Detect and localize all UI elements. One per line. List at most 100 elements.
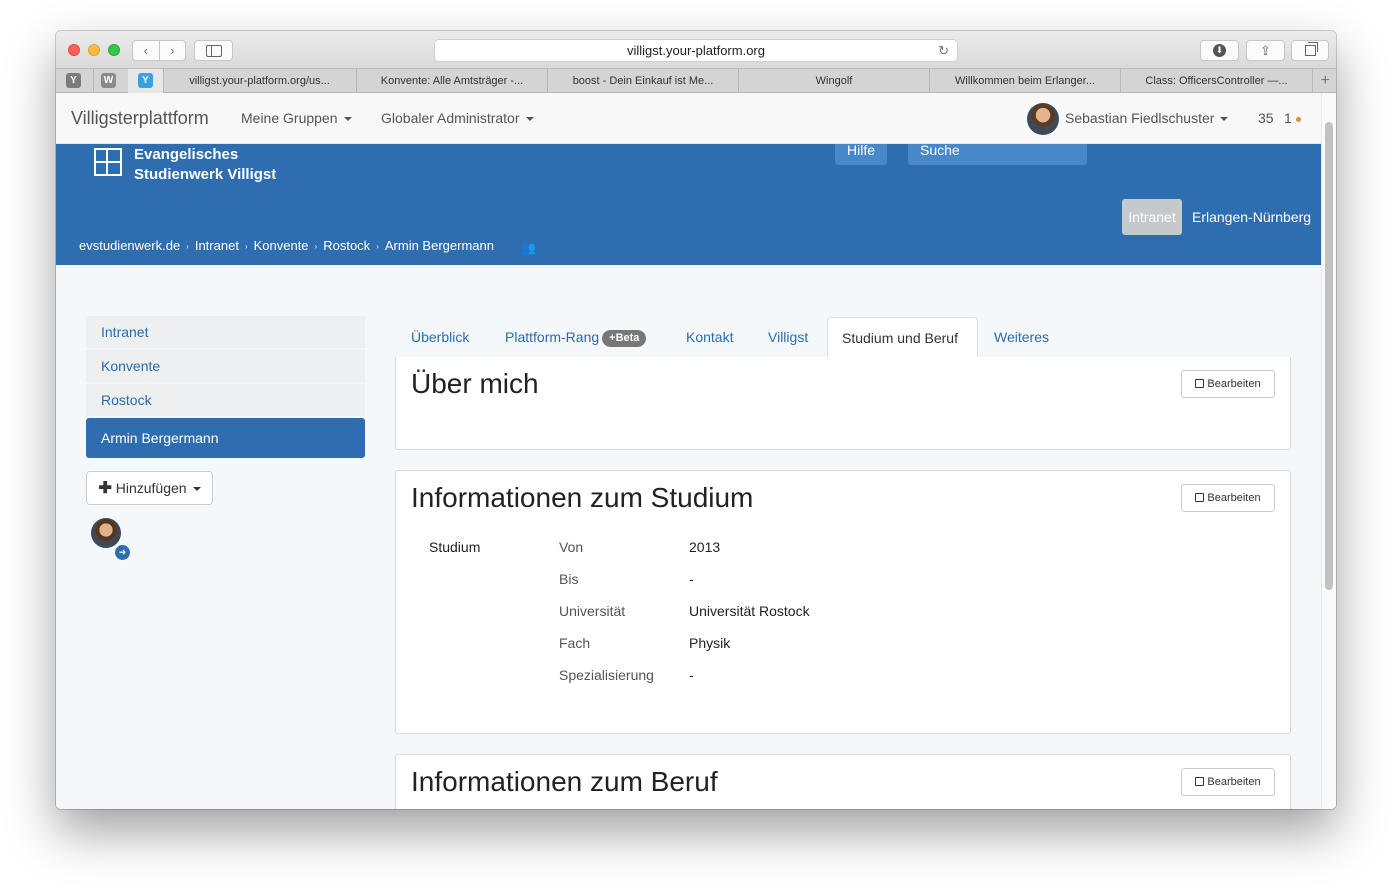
- sidebar-icon: [205, 44, 222, 57]
- pinned-tab-favicon: Y: [138, 73, 153, 88]
- add-button[interactable]: ✚ Hinzufügen: [86, 471, 213, 505]
- browser-tab[interactable]: boost - Dein Einkauf ist Me...: [548, 69, 739, 93]
- tab-contact[interactable]: Kontakt: [686, 317, 733, 358]
- field-label: Universität: [559, 603, 626, 619]
- edit-label: Bearbeiten: [1207, 776, 1261, 788]
- new-tab-button[interactable]: +: [1321, 69, 1330, 92]
- nav-pill-erlangen[interactable]: Erlangen-Nürnberg: [1192, 199, 1311, 235]
- reload-icon[interactable]: ↻: [938, 40, 949, 61]
- field-label: Bis: [559, 571, 579, 587]
- sidebar-item-armin-bergermann[interactable]: Armin Bergermann: [86, 418, 365, 458]
- study-section-label: Studium: [429, 539, 481, 555]
- share-button[interactable]: ⇪: [1246, 40, 1285, 61]
- page-viewport: Villigsterplattform Meine Gruppen Global…: [56, 93, 1336, 809]
- notifications-count: 1: [1284, 110, 1292, 126]
- field-label: Von: [559, 539, 584, 555]
- study-info-title: Informationen zum Studium: [411, 482, 754, 513]
- edit-icon: [1195, 493, 1205, 502]
- breadcrumb-separator-icon: ›: [186, 242, 189, 252]
- arrow-right-icon[interactable]: ➜: [114, 544, 131, 561]
- address-bar[interactable]: villigst.your-platform.org ↻: [434, 39, 958, 62]
- url-text: villigst.your-platform.org: [627, 43, 765, 58]
- breadcrumb: evstudienwerk.de › Intranet › Konvente › Rosto…: [79, 238, 494, 253]
- pinned-tab-3[interactable]: Y: [128, 69, 164, 93]
- user-avatar[interactable]: [1027, 103, 1059, 135]
- pinned-tab-1[interactable]: Y: [56, 69, 94, 93]
- beta-badge: +Beta: [602, 330, 647, 347]
- pinned-tab-favicon: Y: [66, 73, 81, 88]
- tab-bar: Y W Y villigst.your-platform.org/us... K…: [56, 68, 1336, 93]
- tab-villigst[interactable]: Villigst: [768, 317, 808, 358]
- browser-tab[interactable]: Wingolf: [739, 69, 930, 93]
- show-tabs-button[interactable]: [1291, 40, 1329, 61]
- sidebar-toggle-button[interactable]: [194, 40, 233, 61]
- sidebar-item-intranet[interactable]: Intranet: [86, 316, 365, 348]
- studienwerk-logo-text[interactable]: Evangelisches Studienwerk Villigst: [134, 145, 276, 185]
- tab-platform-rank[interactable]: Plattform-Rang +Beta: [505, 317, 647, 358]
- breadcrumb-item[interactable]: Rostock: [323, 238, 370, 253]
- caret-down-icon: [1220, 117, 1229, 122]
- breadcrumb-item[interactable]: Armin Bergermann: [385, 238, 494, 253]
- field-value: Physik: [689, 635, 731, 651]
- edit-icon: [1195, 379, 1205, 388]
- pinned-tab-2[interactable]: W: [93, 69, 129, 93]
- tab-more[interactable]: Weiteres: [994, 317, 1049, 358]
- menu-global-admin[interactable]: Globaler Administrator: [381, 93, 534, 143]
- zoom-window-button[interactable]: [108, 44, 120, 56]
- edit-label: Bearbeiten: [1207, 492, 1261, 504]
- tab-overview[interactable]: Überblick: [411, 317, 469, 358]
- menu-my-groups-label: Meine Gruppen: [241, 110, 338, 126]
- breadcrumb-item[interactable]: Konvente: [254, 238, 309, 253]
- share-icon: ⇪: [1260, 42, 1271, 58]
- help-button[interactable]: Hilfe: [835, 143, 887, 165]
- field-label: Spezialisierung: [559, 667, 654, 683]
- breadcrumb-separator-icon: ›: [314, 242, 318, 252]
- sidebar-item-konvente[interactable]: Konvente: [86, 350, 365, 382]
- user-menu[interactable]: Sebastian Fiedlschuster: [1065, 93, 1229, 143]
- field-value: Universität Rostock: [689, 603, 810, 619]
- browser-tab[interactable]: Willkommen beim Erlanger...: [930, 69, 1121, 93]
- pinned-tab-favicon: W: [101, 73, 116, 88]
- scrollbar[interactable]: [1321, 93, 1336, 809]
- edit-study-button[interactable]: Bearbeiten: [1181, 484, 1275, 512]
- breadcrumb-item[interactable]: Intranet: [195, 238, 239, 253]
- back-button[interactable]: ‹: [133, 41, 160, 60]
- nav-pill-intranet[interactable]: Intranet: [1122, 199, 1182, 235]
- study-info-panel: Informationen zum Studium Bearbeiten Stu…: [395, 470, 1291, 734]
- brand-link[interactable]: Villigsterplattform: [71, 93, 209, 143]
- search-field[interactable]: Suche: [908, 143, 1087, 165]
- forward-button[interactable]: ›: [160, 41, 186, 60]
- job-info-panel: Informationen zum Beruf Bearbeiten: [395, 754, 1291, 809]
- tab-studies-and-career[interactable]: Studium und Beruf: [827, 317, 978, 358]
- menu-my-groups[interactable]: Meine Gruppen: [241, 93, 352, 143]
- browser-tab[interactable]: villigst.your-platform.org/us...: [163, 69, 357, 93]
- about-me-title: Über mich: [411, 368, 539, 399]
- logo-line-1: Evangelisches: [134, 146, 239, 163]
- group-members-icon[interactable]: 👥: [521, 241, 536, 255]
- download-icon: ⬇: [1213, 44, 1226, 57]
- profile-avatar[interactable]: [91, 518, 121, 548]
- field-label: Fach: [559, 635, 591, 651]
- downloads-button[interactable]: ⬇: [1200, 40, 1239, 61]
- edit-label: Bearbeiten: [1207, 378, 1261, 390]
- field-value: -: [689, 667, 694, 683]
- close-window-button[interactable]: [68, 44, 80, 56]
- caret-down-icon: [525, 117, 534, 122]
- counter-badge[interactable]: 35: [1258, 93, 1274, 143]
- browser-tab[interactable]: Konvente: Alle Amtsträger -...: [357, 69, 548, 93]
- browser-tab[interactable]: Class: OfficersController —...: [1121, 69, 1313, 93]
- history-nav: ‹ ›: [132, 40, 186, 61]
- title-bar: ‹ › villigst.your-platform.org ↻ ⬇ ⇪: [56, 31, 1336, 68]
- minimize-window-button[interactable]: [88, 44, 100, 56]
- scrollbar-thumb[interactable]: [1325, 122, 1333, 590]
- breadcrumb-item[interactable]: evstudienwerk.de: [79, 238, 180, 253]
- plus-icon: ✚: [98, 480, 112, 497]
- edit-about-button[interactable]: Bearbeiten: [1181, 370, 1275, 398]
- menu-global-admin-label: Globaler Administrator: [381, 110, 520, 126]
- edit-job-button[interactable]: Bearbeiten: [1181, 768, 1275, 796]
- notifications-counter[interactable]: 1: [1284, 93, 1301, 143]
- studienwerk-logo-icon[interactable]: [94, 148, 122, 176]
- edit-icon: [1195, 777, 1205, 786]
- browser-window: ‹ › villigst.your-platform.org ↻ ⬇ ⇪ Y W…: [56, 31, 1336, 809]
- sidebar-item-rostock[interactable]: Rostock: [86, 384, 365, 416]
